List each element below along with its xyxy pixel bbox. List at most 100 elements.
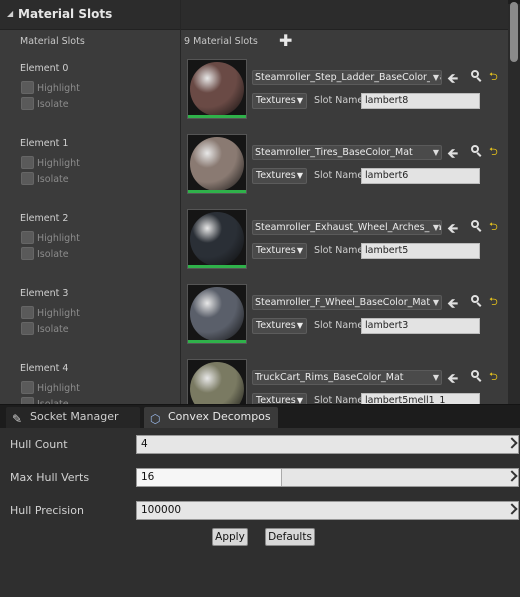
material-dropdown[interactable]: Steamroller_Exhaust_Wheel_Arches_BaseCol… xyxy=(252,220,442,235)
tab-convex-decomposition[interactable]: ⬡ Convex Decompos xyxy=(144,407,278,429)
isolate-checkbox[interactable] xyxy=(21,247,34,260)
thumbnail-status-bar xyxy=(188,340,246,343)
chevron-down-icon: ▼ xyxy=(296,171,303,180)
thumbnail-status-bar xyxy=(188,190,246,193)
material-sphere-preview xyxy=(190,287,244,341)
element-label: Element 3 xyxy=(20,288,69,299)
resize-grip-icon xyxy=(506,470,518,482)
material-thumbnail[interactable] xyxy=(187,284,247,344)
use-selected-arrow-icon[interactable]: 🡸 xyxy=(447,68,458,92)
isolate-checkbox[interactable] xyxy=(21,172,34,185)
chevron-down-icon: ▼ xyxy=(429,296,439,309)
chevron-down-icon: ▼ xyxy=(296,321,303,330)
slot-name-input[interactable]: lambert8 xyxy=(361,93,480,109)
max-hull-verts-fill xyxy=(137,469,282,486)
search-icon[interactable] xyxy=(470,144,482,157)
material-element-row: Element 1 Highlight Isolate Steamroller_Tir… xyxy=(0,134,508,209)
material-sphere-preview xyxy=(190,212,244,266)
search-icon[interactable] xyxy=(470,69,482,82)
hull-precision-label: Hull Precision xyxy=(10,504,84,517)
use-selected-arrow-icon[interactable]: 🡸 xyxy=(447,368,458,392)
material-thumbnail[interactable] xyxy=(187,134,247,194)
highlight-label: Highlight xyxy=(37,308,80,319)
max-hull-verts-label: Max Hull Verts xyxy=(10,471,90,484)
slot-name-value: lambert6 xyxy=(365,170,409,181)
resize-grip-icon xyxy=(506,437,518,449)
max-hull-verts-slider[interactable]: 16 xyxy=(136,468,519,487)
material-slots-count: 9 Material Slots xyxy=(184,36,258,47)
material-slots-header[interactable]: ◢ Material Slots xyxy=(0,0,520,30)
material-element-row: Element 0 Highlight Isolate Steamroller_Ste… xyxy=(0,59,508,134)
textures-label: Textures xyxy=(256,395,296,404)
resize-grip-icon xyxy=(506,503,518,515)
slot-name-label: Slot Name xyxy=(314,320,364,331)
material-dropdown[interactable]: Steamroller_F_Wheel_BaseColor_Mat ▼ xyxy=(252,295,442,310)
isolate-checkbox[interactable] xyxy=(21,97,34,110)
search-icon[interactable] xyxy=(470,219,482,232)
tab-socket-manager[interactable]: ✎ Socket Manager xyxy=(6,407,140,429)
material-thumbnail[interactable] xyxy=(187,209,247,269)
textures-label: Textures xyxy=(256,170,296,181)
material-dropdown[interactable]: Steamroller_Step_Ladder_BaseColor_Mat ▼ xyxy=(252,70,442,85)
collapse-triangle-icon[interactable]: ◢ xyxy=(7,9,13,18)
isolate-checkbox[interactable] xyxy=(21,397,34,404)
slot-name-input[interactable]: lambert6 xyxy=(361,168,480,184)
slot-name-input[interactable]: lambert3 xyxy=(361,318,480,334)
apply-button[interactable]: Apply xyxy=(212,528,248,546)
highlight-label: Highlight xyxy=(37,383,80,394)
material-slots-label: Material Slots xyxy=(20,36,85,47)
textures-label: Textures xyxy=(256,245,296,256)
material-slots-summary-row: Material Slots 9 Material Slots ✚ xyxy=(0,30,520,54)
material-sphere-preview xyxy=(190,362,244,404)
search-icon[interactable] xyxy=(470,369,482,382)
search-icon[interactable] xyxy=(470,294,482,307)
slot-name-input[interactable]: lambert5 xyxy=(361,243,480,259)
highlight-checkbox[interactable] xyxy=(21,81,34,94)
reset-arrow-icon[interactable]: ⮌ xyxy=(489,68,498,87)
reset-arrow-icon[interactable]: ⮌ xyxy=(489,368,498,387)
use-selected-arrow-icon[interactable]: 🡸 xyxy=(447,293,458,317)
textures-dropdown[interactable]: Textures ▼ xyxy=(252,93,307,109)
material-slots-panel: ◢ Material Slots Material Slots 9 Materi… xyxy=(0,0,520,404)
chevron-down-icon: ▼ xyxy=(429,371,439,384)
slot-name-input[interactable]: lambert5mell1_1 xyxy=(361,393,480,404)
slot-name-label: Slot Name xyxy=(314,170,364,181)
material-thumbnail[interactable] xyxy=(187,359,247,404)
defaults-button[interactable]: Defaults xyxy=(265,528,315,546)
slot-name-value: lambert8 xyxy=(365,95,409,106)
highlight-label: Highlight xyxy=(37,83,80,94)
reset-arrow-icon[interactable]: ⮌ xyxy=(489,293,498,312)
textures-label: Textures xyxy=(256,95,296,106)
element-label: Element 4 xyxy=(20,363,69,374)
reset-arrow-icon[interactable]: ⮌ xyxy=(489,218,498,237)
hull-count-field[interactable]: 4 xyxy=(136,435,519,454)
chevron-down-icon: ▼ xyxy=(429,146,439,159)
vertical-scrollbar[interactable] xyxy=(508,0,520,404)
material-name: Steamroller_Tires_BaseColor_Mat xyxy=(255,147,413,158)
textures-dropdown[interactable]: Textures ▼ xyxy=(252,168,307,184)
max-hull-verts-value: 16 xyxy=(141,471,155,483)
material-thumbnail[interactable] xyxy=(187,59,247,119)
material-element-row: Element 3 Highlight Isolate Steamroller_F_W… xyxy=(0,284,508,359)
material-dropdown[interactable]: TruckCart_Rims_BaseColor_Mat ▼ xyxy=(252,370,442,385)
isolate-checkbox[interactable] xyxy=(21,322,34,335)
highlight-checkbox[interactable] xyxy=(21,231,34,244)
use-selected-arrow-icon[interactable]: 🡸 xyxy=(447,218,458,242)
chevron-down-icon: ▼ xyxy=(296,96,303,105)
slot-name-value: lambert3 xyxy=(365,320,409,331)
use-selected-arrow-icon[interactable]: 🡸 xyxy=(447,143,458,167)
isolate-label: Isolate xyxy=(37,324,69,335)
reset-arrow-icon[interactable]: ⮌ xyxy=(489,143,498,162)
element-label: Element 0 xyxy=(20,63,69,74)
textures-dropdown[interactable]: Textures ▼ xyxy=(252,393,307,404)
highlight-checkbox[interactable] xyxy=(21,381,34,394)
material-dropdown[interactable]: Steamroller_Tires_BaseColor_Mat ▼ xyxy=(252,145,442,160)
textures-dropdown[interactable]: Textures ▼ xyxy=(252,318,307,334)
scrollbar-thumb[interactable] xyxy=(510,2,518,62)
highlight-checkbox[interactable] xyxy=(21,306,34,319)
plus-icon[interactable]: ✚ xyxy=(279,31,292,50)
tab-label: Socket Manager xyxy=(30,410,119,423)
hull-precision-field[interactable]: 100000 xyxy=(136,501,519,520)
highlight-checkbox[interactable] xyxy=(21,156,34,169)
textures-dropdown[interactable]: Textures ▼ xyxy=(252,243,307,259)
